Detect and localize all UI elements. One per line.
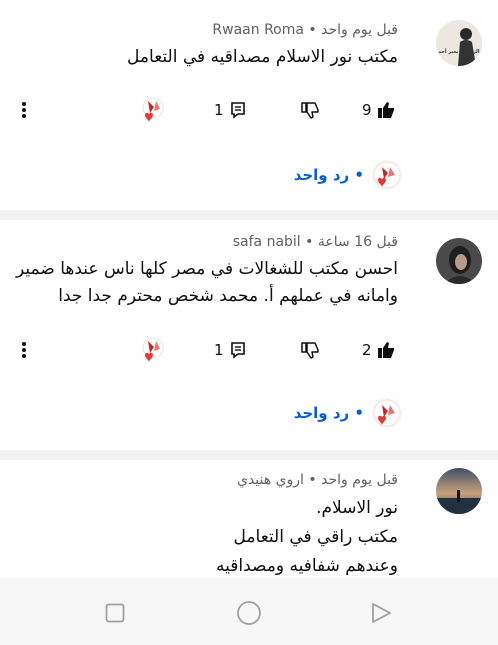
reply-button[interactable]: 1	[214, 94, 246, 126]
dislike-button[interactable]	[300, 334, 320, 366]
heart-avatar-icon	[142, 337, 164, 362]
reply-count-link[interactable]: • رد واحد	[294, 404, 364, 422]
comment-time: قبل 16 ساعة	[317, 234, 398, 250]
comment-3: قبل يوم واحد • اروي هنيدي نور الاسلام. م…	[0, 460, 498, 578]
section-divider	[0, 210, 498, 220]
nav-triangle-icon	[372, 603, 391, 623]
heart-avatar-icon	[373, 399, 401, 427]
back-button[interactable]	[366, 598, 396, 628]
creator-avatar	[372, 160, 402, 190]
comment-line: مكتب نور الاسلام مصداقيه في التعامل	[127, 47, 398, 67]
reply-count-link[interactable]: • رد واحد	[294, 166, 364, 184]
more-vert-icon	[22, 102, 26, 118]
heart-avatar-icon	[142, 97, 164, 122]
like-button[interactable]: 2	[362, 334, 396, 366]
meta-separator: •	[300, 234, 318, 250]
more-options-button[interactable]	[16, 94, 32, 126]
meta-separator: •	[303, 22, 322, 38]
comment-author[interactable]: اروي هنيدي	[237, 472, 304, 488]
comment-author[interactable]: safa nabil	[233, 234, 301, 250]
comment-2: قبل 16 ساعة • safa nabil احسن مكتب للشغا…	[0, 220, 498, 450]
comment-author[interactable]: Rwaan Roma	[212, 22, 304, 38]
comment-meta: قبل يوم واحد • اروي هنيدي	[237, 472, 398, 488]
view-replies-link[interactable]: • رد واحد	[294, 160, 402, 190]
recents-button[interactable]	[100, 598, 130, 628]
comment-actions: 1 2	[0, 334, 498, 366]
view-replies-link[interactable]: • رد واحد	[294, 398, 402, 428]
dislike-icon	[301, 342, 319, 359]
comment-time: قبل يوم واحد	[321, 22, 398, 38]
home-button[interactable]	[234, 598, 264, 628]
section-divider	[0, 450, 498, 460]
comment-line: مكتب راقي في التعامل	[233, 527, 398, 547]
reply-count: 1	[214, 101, 224, 119]
author-avatar[interactable]	[436, 238, 482, 284]
comment-meta: قبل 16 ساعة • safa nabil	[233, 234, 398, 250]
creator-avatar	[372, 398, 402, 428]
like-count: 9	[362, 101, 372, 119]
creator-heart-button[interactable]	[138, 94, 168, 126]
like-count: 2	[362, 341, 372, 359]
reply-count: 1	[214, 341, 224, 359]
nav-square-icon	[105, 603, 125, 623]
comment-line: وعندهم شفافيه ومصداقيه	[216, 556, 398, 576]
comment-time: قبل يوم واحد	[321, 472, 398, 488]
comment-line: نور الاسلام.	[316, 498, 398, 518]
author-avatar[interactable]	[436, 468, 482, 514]
comment-text: نور الاسلام. مكتب راقي في التعامل وعندهم…	[18, 494, 398, 578]
comment-line: وامانه في عملهم أ. محمد شخص محترم جدا جد…	[58, 286, 398, 306]
like-icon	[377, 342, 394, 358]
like-button[interactable]: 9	[362, 94, 396, 126]
more-options-button[interactable]	[16, 334, 32, 366]
more-vert-icon	[22, 342, 26, 358]
avatar-caption: الزمن لا يغير أحد	[438, 49, 480, 55]
dislike-icon	[301, 102, 319, 119]
author-avatar[interactable]: الزمن لا يغير أحد	[436, 20, 482, 66]
system-nav-bar	[0, 578, 498, 645]
comment-text: احسن مكتب للشغالات في مصر كلها ناس عندها…	[16, 256, 398, 310]
comment-line: احسن مكتب للشغالات في مصر كلها ناس عندها…	[16, 259, 398, 279]
reply-icon	[230, 102, 245, 119]
comment-actions: 1 9	[0, 94, 498, 126]
creator-heart-button[interactable]	[138, 334, 168, 366]
reply-button[interactable]: 1	[214, 334, 246, 366]
comment-text: مكتب نور الاسلام مصداقيه في التعامل	[18, 44, 398, 71]
like-icon	[377, 102, 394, 118]
comment-meta: قبل يوم واحد • Rwaan Roma	[212, 22, 398, 38]
reply-icon	[230, 342, 245, 359]
dislike-button[interactable]	[300, 94, 320, 126]
meta-separator: •	[303, 472, 322, 488]
comment-1: الزمن لا يغير أحد قبل يوم واحد • Rwaan R…	[0, 0, 498, 210]
heart-avatar-icon	[373, 161, 401, 189]
nav-circle-icon	[237, 601, 261, 625]
